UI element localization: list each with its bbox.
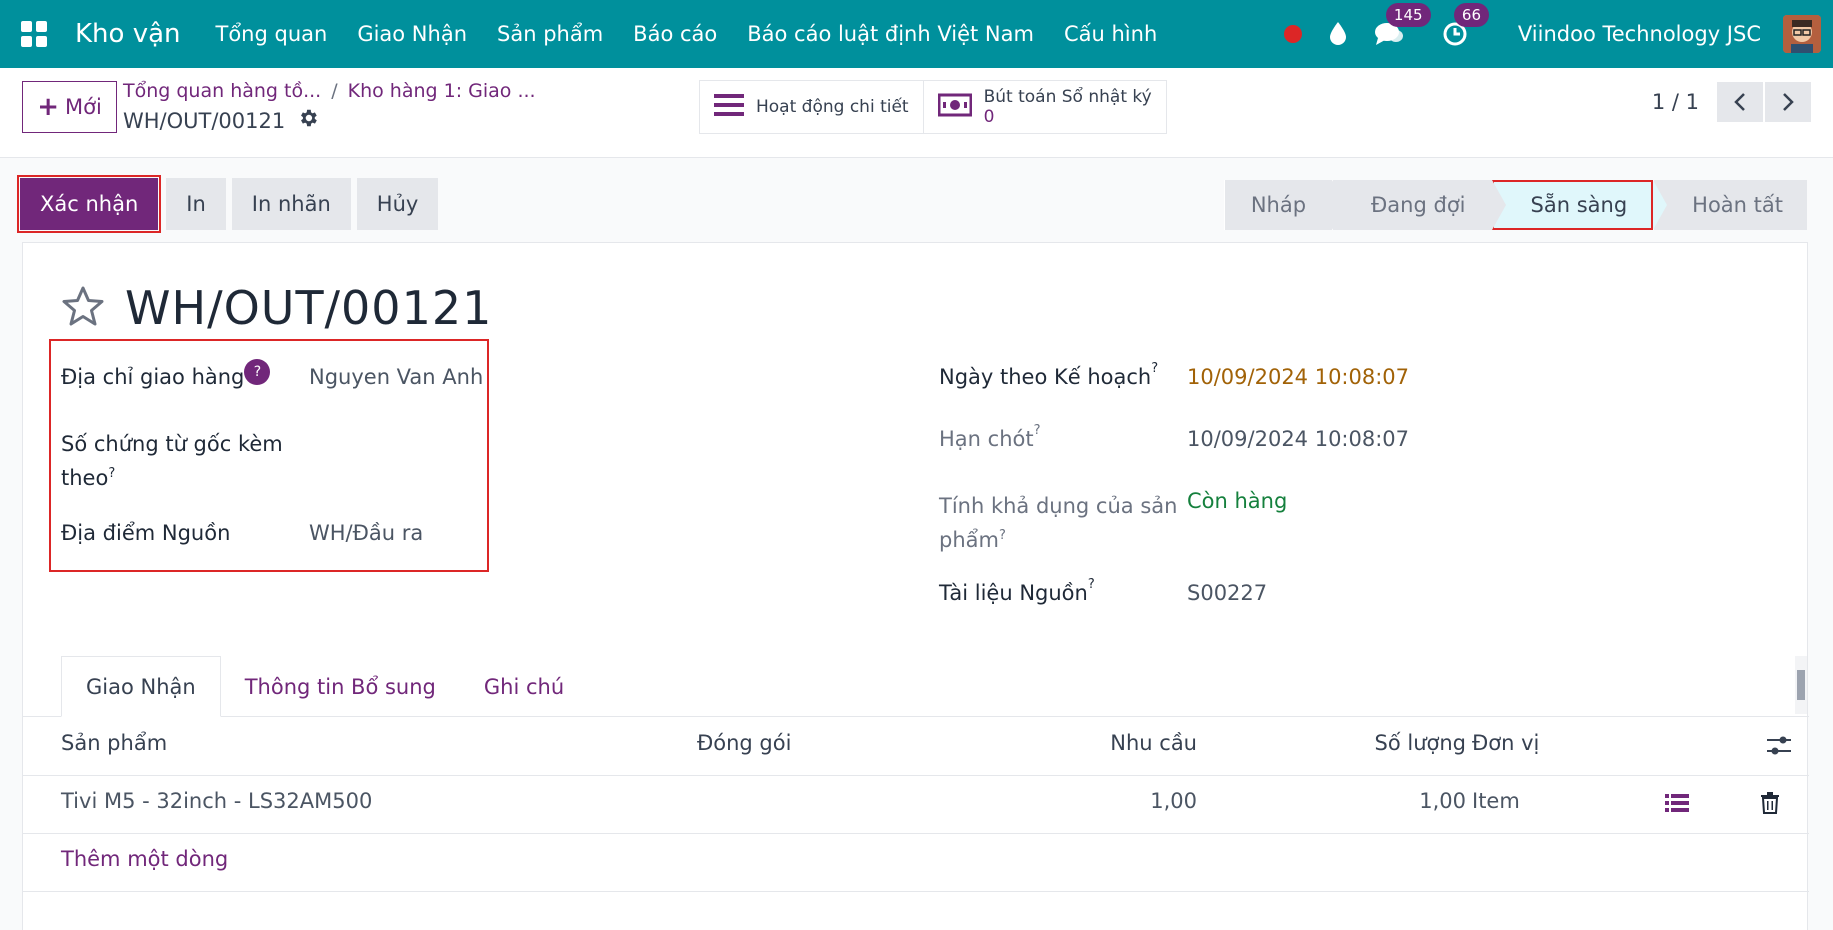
- control-panel: + Mới Tổng quan hàng tồ... / Kho hàng 1: Gi…: [0, 68, 1833, 158]
- deadline-label: Hạn chót?: [939, 423, 1041, 451]
- pager-previous-button[interactable]: [1717, 82, 1763, 122]
- new-button-label: Mới: [64, 95, 102, 119]
- star-icon[interactable]: [61, 285, 105, 332]
- availability-value: Còn hàng: [1187, 489, 1288, 513]
- column-header-uom[interactable]: Đơn vị: [1472, 731, 1539, 755]
- gear-icon[interactable]: [297, 107, 319, 134]
- row-product[interactable]: Tivi M5 - 32inch - LS32AM500: [61, 789, 372, 813]
- chevron-right-icon: [1783, 93, 1794, 111]
- cancel-button[interactable]: Hủy: [356, 178, 439, 230]
- breadcrumb: Tổng quan hàng tồ... / Kho hàng 1: Giao ..…: [123, 80, 536, 102]
- title-row: WH/OUT/00121: [61, 281, 492, 335]
- row-uom[interactable]: Item: [1472, 789, 1520, 813]
- top-navbar: Kho vận Tổng quan Giao Nhận Sản phẩm Báo…: [0, 0, 1833, 68]
- column-header-quantity[interactable]: Số lượng: [1375, 731, 1467, 755]
- print-button[interactable]: In: [166, 178, 226, 230]
- add-line-link[interactable]: Thêm một dòng: [61, 847, 228, 871]
- print-labels-button[interactable]: In nhãn: [231, 178, 351, 230]
- tab-additional-info[interactable]: Thông tin Bổ sung: [221, 656, 460, 717]
- tab-note[interactable]: Ghi chú: [460, 656, 588, 717]
- tab-operations[interactable]: Giao Nhận: [61, 656, 221, 717]
- stage-waiting[interactable]: Đang đợi: [1332, 180, 1506, 230]
- form-sheet: WH/OUT/00121 Địa chỉ giao hàng? Nguyen V…: [22, 242, 1809, 930]
- notebook-tabs: Giao Nhận Thông tin Bổ sung Ghi chú: [61, 656, 588, 717]
- menu-vn-reporting[interactable]: Báo cáo luật định Việt Nam: [747, 22, 1034, 46]
- scheduled-date-label: Ngày theo Kế hoạch?: [939, 361, 1159, 389]
- app-brand[interactable]: Kho vận: [75, 19, 181, 49]
- journal-entries-label: Bút toán Sổ nhật ký: [983, 87, 1152, 107]
- record-icon[interactable]: [1283, 25, 1302, 43]
- delivery-address-label: Địa chỉ giao hàng?: [61, 359, 271, 393]
- current-record-row: WH/OUT/00121: [123, 107, 319, 134]
- chevron-left-icon: [1734, 93, 1745, 111]
- optional-columns-icon[interactable]: [1767, 735, 1791, 762]
- trash-icon[interactable]: [1761, 792, 1779, 819]
- activities-badge: 66: [1453, 3, 1489, 27]
- water-drop-icon[interactable]: [1328, 19, 1348, 49]
- list-icon: [714, 93, 744, 122]
- breadcrumb-item-overview[interactable]: Tổng quan hàng tồ...: [123, 80, 321, 102]
- origin-input[interactable]: [309, 429, 469, 459]
- row-quantity[interactable]: 1,00: [1419, 789, 1466, 813]
- messages-icon[interactable]: 145: [1374, 3, 1431, 49]
- user-avatar[interactable]: [1783, 15, 1821, 53]
- pager: 1 / 1: [1652, 82, 1811, 122]
- table-row-divider: [23, 833, 1809, 834]
- source-location-value[interactable]: WH/Đầu ra: [309, 521, 423, 545]
- pager-value[interactable]: 1 / 1: [1652, 90, 1699, 114]
- new-button[interactable]: + Mới: [22, 81, 117, 133]
- plus-icon: +: [37, 92, 59, 122]
- confirm-button[interactable]: Xác nhận: [16, 175, 162, 233]
- record-title: WH/OUT/00121: [125, 281, 493, 335]
- help-icon[interactable]: ?: [244, 359, 271, 385]
- availability-label: Tính khả dụng của sản phẩm?: [939, 494, 1178, 552]
- source-document-value[interactable]: S00227: [1187, 581, 1267, 605]
- menu-configuration[interactable]: Cấu hình: [1064, 22, 1157, 46]
- menu-products[interactable]: Sản phẩm: [497, 22, 603, 46]
- source-location-label: Địa điểm Nguồn: [61, 521, 231, 545]
- stage-ready[interactable]: Sẵn sàng: [1491, 180, 1668, 230]
- source-document-label: Tài liệu Nguồn?: [939, 577, 1095, 605]
- stage-done[interactable]: Hoàn tất: [1653, 180, 1807, 230]
- scrollbar-thumb[interactable]: [1797, 670, 1805, 700]
- current-record-name: WH/OUT/00121: [123, 108, 286, 133]
- deadline-value: 10/09/2024 10:08:07: [1187, 427, 1410, 451]
- row-demand[interactable]: 1,00: [1150, 789, 1197, 813]
- pager-next-button[interactable]: [1765, 82, 1811, 122]
- journal-entries-count: 0: [983, 107, 995, 127]
- company-switcher[interactable]: Viindoo Technology JSC: [1518, 22, 1761, 46]
- column-header-demand[interactable]: Nhu cầu: [1110, 731, 1197, 755]
- scheduled-date-value[interactable]: 10/09/2024 10:08:07: [1187, 365, 1409, 389]
- details-list-icon[interactable]: [1665, 793, 1689, 818]
- detailed-operations-label: Hoạt động chi tiết: [756, 97, 909, 117]
- status-bar: Nháp Đang đợi Sẵn sàng Hoàn tất: [1223, 180, 1807, 230]
- money-icon: [937, 93, 973, 122]
- menu-reporting[interactable]: Báo cáo: [633, 22, 717, 46]
- scrollbar[interactable]: [1795, 656, 1807, 714]
- table-header-divider: [23, 775, 1809, 776]
- detailed-operations-button[interactable]: Hoạt động chi tiết: [700, 81, 924, 133]
- table-bottom-divider: [23, 891, 1809, 892]
- stage-draft[interactable]: Nháp: [1223, 180, 1347, 230]
- stage-draft-label: Nháp: [1250, 193, 1307, 217]
- menu-overview[interactable]: Tổng quan: [216, 22, 328, 46]
- journal-entries-button[interactable]: Bút toán Sổ nhật ký 0: [924, 81, 1166, 133]
- delivery-address-value[interactable]: Nguyen Van Anh: [309, 365, 483, 389]
- stage-ready-label: Sẵn sàng: [1530, 193, 1628, 217]
- action-bar: Xác nhận In In nhãn Hủy: [16, 175, 444, 233]
- menu-operations[interactable]: Giao Nhận: [357, 22, 467, 46]
- origin-label: Số chứng từ gốc kèm theo?: [61, 432, 283, 490]
- column-header-product[interactable]: Sản phẩm: [61, 731, 167, 755]
- breadcrumb-item-warehouse[interactable]: Kho hàng 1: Giao ...: [348, 80, 536, 102]
- breadcrumb-separator: /: [331, 80, 338, 102]
- messages-badge: 145: [1385, 3, 1431, 27]
- activity-clock-icon[interactable]: 66: [1442, 3, 1489, 49]
- apps-menu-icon[interactable]: [21, 21, 47, 47]
- stage-done-label: Hoàn tất: [1692, 193, 1783, 217]
- column-header-package[interactable]: Đóng gói: [697, 731, 791, 755]
- smart-buttons: Hoạt động chi tiết Bút toán Sổ nhật ký 0: [699, 80, 1167, 134]
- stage-waiting-label: Đang đợi: [1371, 193, 1466, 217]
